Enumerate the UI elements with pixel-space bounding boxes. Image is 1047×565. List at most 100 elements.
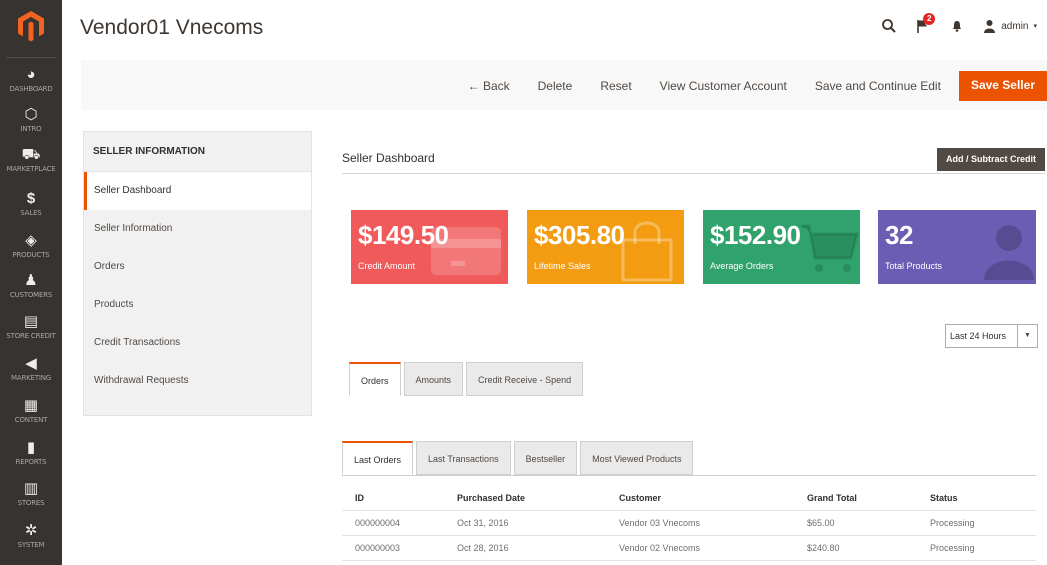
table-row[interactable]: 000000003 Oct 28, 2016 Vendor 02 Vnecoms… [342, 535, 1036, 561]
sidebar-item-marketing[interactable]: ◀ MARKETING [0, 355, 62, 397]
column-header-grand-total[interactable]: Grand Total [794, 486, 917, 511]
order-id: 000000003 [342, 535, 444, 561]
sidebar-item-stores[interactable]: ▥ STORES [0, 480, 62, 522]
store-icon: ▥ [23, 480, 39, 497]
sidebar-item-reports[interactable]: ▮ REPORTS [0, 439, 62, 481]
lifetime-sales-label: Lifetime Sales [534, 261, 591, 271]
tab-credit-receive-spend[interactable]: Credit Receive - Spend [466, 362, 584, 396]
credit-amount-value: $149.50 [358, 220, 449, 250]
column-header-id[interactable]: ID [342, 486, 444, 511]
order-customer: Vendor 02 Vnecoms [606, 535, 794, 561]
sidebar-item-label: STORE CREDIT [6, 332, 56, 340]
tab-most-viewed-products[interactable]: Most Viewed Products [580, 441, 694, 475]
sidebar-item-label: SALES [20, 209, 42, 217]
tab-last-transactions[interactable]: Last Transactions [416, 441, 511, 475]
sidebar-item-label: REPORTS [15, 458, 47, 466]
person-icon: ♟ [24, 272, 38, 289]
lifetime-sales-value: $305.80 [534, 220, 625, 250]
admin-username: admin [1001, 20, 1029, 32]
sidebar-item-products[interactable]: ◈ PRODUCTS [0, 232, 62, 274]
panel-tab-withdrawal-requests[interactable]: Withdrawal Requests [84, 362, 311, 400]
average-orders-label: Average Orders [710, 261, 774, 271]
time-range-value: Last 24 Hours [950, 331, 1007, 341]
order-grand-total: $240.80 [794, 535, 917, 561]
shopping-bag-icon [621, 221, 673, 282]
tab-last-orders[interactable]: Last Orders [342, 441, 414, 475]
view-customer-account-button[interactable]: View Customer Account [660, 72, 787, 100]
page-title: Vendor01 Vnecoms [80, 16, 264, 39]
sidebar-item-content[interactable]: ▦ CONTENT [0, 397, 62, 439]
bell-icon[interactable] [949, 18, 965, 34]
panel-tab-seller-dashboard[interactable]: Seller Dashboard [84, 172, 311, 210]
notification-badge: 2 [923, 13, 936, 25]
order-date: Oct 28, 2016 [444, 535, 606, 561]
box-icon: ◈ [25, 232, 37, 249]
total-products-label: Total Products [885, 261, 943, 271]
tab-orders[interactable]: Orders [349, 362, 401, 396]
sidebar-item-intro[interactable]: ⬡ INTRO [0, 106, 62, 148]
reset-button[interactable]: Reset [600, 72, 631, 100]
order-id: 000000004 [342, 510, 444, 536]
cart-icon: ⛟ [21, 146, 41, 163]
back-button[interactable]: ← Back [468, 72, 510, 100]
order-status: Processing [917, 535, 1036, 561]
sidebar-item-label: PRODUCTS [12, 251, 50, 259]
content-icon: ▦ [23, 397, 39, 414]
tab-amounts[interactable]: Amounts [403, 362, 464, 396]
sidebar-item-store-credit[interactable]: ▤ STORE CREDIT [0, 313, 62, 355]
admin-sidebar: ◕ DASHBOARD ⬡ INTRO ⛟ MARKETPLACE $ SALE… [0, 0, 62, 565]
panel-tab-credit-transactions[interactable]: Credit Transactions [84, 324, 311, 362]
total-products-card: 32 Total Products [878, 210, 1036, 284]
user-silhouette-icon [984, 225, 1034, 280]
sidebar-item-sales[interactable]: $ SALES [0, 190, 62, 232]
credit-amount-label: Credit Amount [358, 261, 416, 271]
save-seller-button[interactable]: Save Seller [958, 71, 1047, 101]
sidebar-item-customers[interactable]: ♟ CUSTOMERS [0, 272, 62, 314]
back-button-label: Back [482, 79, 510, 93]
table-header-row: ID Purchased Date Customer Grand Total S… [342, 486, 1036, 511]
grid-tabs-divider [342, 475, 1036, 476]
last-orders-table: ID Purchased Date Customer Grand Total S… [342, 486, 1036, 561]
credit-amount-card: $149.50 Credit Amount [351, 210, 508, 284]
average-orders-value: $152.90 [710, 220, 801, 250]
sidebar-item-label: INTRO [20, 125, 42, 133]
notifications-flag-icon[interactable]: 2 [915, 13, 936, 34]
panel-tab-seller-information[interactable]: Seller Information [84, 210, 311, 248]
sidebar-item-label: CUSTOMERS [9, 291, 53, 299]
delete-button[interactable]: Delete [538, 72, 573, 100]
total-products-value: 32 [885, 220, 913, 250]
order-date: Oct 31, 2016 [444, 510, 606, 536]
grid-tabs: Last Orders Last Transactions Bestseller… [342, 441, 694, 475]
time-range-select[interactable]: Last 24 Hours ▼ [945, 324, 1038, 348]
table-row[interactable]: 000000004 Oct 31, 2016 Vendor 03 Vnecoms… [342, 510, 1036, 536]
sidebar-item-label: SYSTEM [17, 541, 45, 549]
column-header-purchased-date[interactable]: Purchased Date [444, 486, 606, 511]
chevron-down-icon: ▾ [1033, 23, 1037, 30]
seller-info-panel-title: SELLER INFORMATION [84, 132, 311, 172]
add-subtract-credit-button[interactable]: Add / Subtract Credit [937, 148, 1045, 171]
panel-tab-products[interactable]: Products [84, 286, 311, 324]
column-header-status[interactable]: Status [917, 486, 1036, 511]
gear-icon: ✲ [24, 522, 38, 539]
sidebar-item-dashboard[interactable]: ◕ DASHBOARD [0, 66, 62, 108]
save-and-continue-button[interactable]: Save and Continue Edit [815, 72, 941, 100]
search-icon[interactable] [881, 18, 897, 34]
order-grand-total: $65.00 [794, 510, 917, 536]
magento-logo-icon[interactable] [17, 10, 45, 42]
tab-bestseller[interactable]: Bestseller [513, 441, 578, 475]
page-actions-toolbar: ← Back Delete Reset View Customer Accoun… [81, 60, 1047, 110]
dollar-icon: $ [26, 190, 36, 207]
column-header-customer[interactable]: Customer [606, 486, 794, 511]
sidebar-item-marketplace[interactable]: ⛟ MARKETPLACE [0, 146, 62, 188]
dashboard-icon: ◕ [26, 66, 36, 83]
admin-user-menu[interactable]: admin ▾ [983, 19, 1037, 33]
panel-tab-orders[interactable]: Orders [84, 248, 311, 286]
sidebar-item-label: STORES [17, 499, 45, 507]
order-customer: Vendor 03 Vnecoms [606, 510, 794, 536]
shopping-cart-icon [801, 224, 859, 272]
bar-chart-icon: ▮ [26, 439, 36, 456]
section-title: Seller Dashboard [342, 151, 435, 165]
hexagon-icon: ⬡ [24, 106, 38, 123]
sidebar-item-system[interactable]: ✲ SYSTEM [0, 522, 62, 564]
average-orders-card: $152.90 Average Orders [703, 210, 860, 284]
